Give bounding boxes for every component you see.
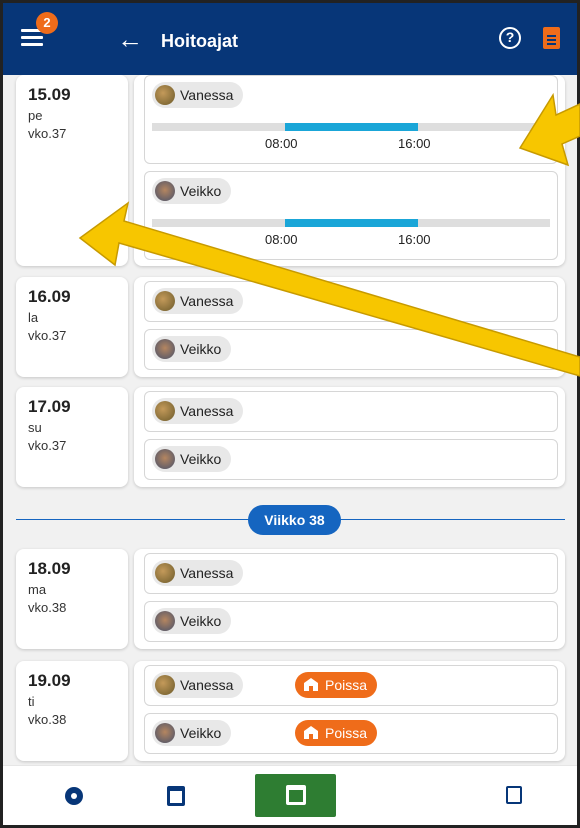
person-name: Vanessa: [180, 293, 234, 309]
absent-label: Poissa: [325, 677, 368, 693]
week-separator: Viikko 38: [248, 505, 341, 535]
person-chip[interactable]: Vanessa: [152, 560, 244, 586]
person-row[interactable]: Vanessa Poissa: [144, 665, 558, 706]
day-date: 19.09: [28, 671, 71, 690]
person-chip[interactable]: Veikko: [152, 178, 232, 204]
bookmark-icon[interactable]: [506, 786, 522, 804]
time-bar-fill: [285, 123, 418, 131]
person-row[interactable]: Vanessa: [144, 281, 558, 322]
schedule-list[interactable]: 15.09 pe vko.37 Vanessa 08:00 16:00 Veik…: [3, 75, 577, 765]
person-name: Vanessa: [180, 87, 234, 103]
day-week: vko.37: [28, 328, 67, 343]
person-chip[interactable]: Vanessa: [152, 672, 244, 698]
day-weekday: ti: [28, 694, 35, 709]
day-persons-card: Vanessa Veikko: [134, 387, 565, 487]
day-date: 16.09: [28, 287, 71, 306]
day-persons-card: Vanessa Veikko: [134, 277, 565, 377]
day-weekday: pe: [28, 108, 43, 123]
person-name: Veikko: [180, 341, 222, 357]
house-icon: [304, 726, 318, 739]
person-row[interactable]: Veikko: [144, 329, 558, 370]
absent-label: Poissa: [325, 725, 368, 741]
calendar-edit-icon: [286, 785, 306, 805]
person-name: Veikko: [180, 183, 222, 199]
day-date-card[interactable]: 15.09 pe vko.37: [16, 75, 128, 266]
person-name: Vanessa: [180, 677, 234, 693]
avatar: [155, 449, 175, 469]
day-week: vko.38: [28, 600, 67, 615]
avatar: [155, 401, 175, 421]
page-title: Hoitoajat: [161, 31, 239, 51]
day-date: 18.09: [28, 559, 71, 578]
time-bar-fill: [285, 219, 418, 227]
person-row[interactable]: Veikko 08:00 16:00: [144, 171, 558, 260]
arrow-left-icon[interactable]: ←: [117, 25, 143, 53]
start-time: 08:00: [265, 232, 298, 247]
person-chip[interactable]: Vanessa: [152, 398, 244, 424]
person-name: Vanessa: [180, 565, 234, 581]
person-name: Veikko: [180, 613, 222, 629]
person-name: Vanessa: [180, 403, 234, 419]
end-time: 16:00: [398, 136, 431, 151]
person-chip[interactable]: Vanessa: [152, 288, 244, 314]
notification-badge: 2: [36, 12, 58, 34]
day-persons-card: Vanessa Poissa Veikko Poissa: [134, 661, 565, 761]
day-weekday: ma: [28, 582, 47, 597]
person-row[interactable]: Veikko Poissa: [144, 713, 558, 754]
person-chip[interactable]: Veikko: [152, 336, 232, 362]
avatar: [155, 563, 175, 583]
day-weekday: la: [28, 310, 39, 325]
avatar: [155, 85, 175, 105]
app-bar: 2 ← Hoitoajat ?: [3, 3, 577, 75]
avatar: [155, 723, 175, 743]
avatar: [155, 611, 175, 631]
day-date: 17.09: [28, 397, 71, 416]
avatar: [155, 675, 175, 695]
house-icon: [304, 678, 318, 691]
end-time: 16:00: [398, 232, 431, 247]
avatar: [155, 291, 175, 311]
day-date: 15.09: [28, 85, 71, 104]
person-row[interactable]: Veikko: [144, 601, 558, 642]
day-persons-card: Vanessa Veikko: [134, 549, 565, 649]
start-time: 08:00: [265, 136, 298, 151]
document-icon[interactable]: [543, 27, 560, 49]
tab-calendar-edit[interactable]: [255, 774, 336, 817]
avatar: [155, 339, 175, 359]
day-date-card[interactable]: 16.09 la vko.37: [16, 277, 128, 377]
day-date-card[interactable]: 17.09 su vko.37: [16, 387, 128, 487]
person-name: Veikko: [180, 451, 222, 467]
day-date-card[interactable]: 18.09 ma vko.38: [16, 549, 128, 649]
day-week: vko.37: [28, 126, 67, 141]
person-chip[interactable]: Veikko: [152, 720, 232, 746]
time-bar: [152, 219, 550, 227]
person-chip[interactable]: Vanessa: [152, 82, 244, 108]
person-row[interactable]: Veikko: [144, 439, 558, 480]
person-name: Veikko: [180, 725, 222, 741]
day-date-card[interactable]: 19.09 ti vko.38: [16, 661, 128, 761]
absent-badge[interactable]: Poissa: [295, 720, 378, 746]
help-circle-icon[interactable]: ?: [499, 27, 521, 49]
person-chip[interactable]: Veikko: [152, 446, 232, 472]
avatar: [155, 181, 175, 201]
person-row[interactable]: Vanessa: [144, 553, 558, 594]
day-persons-card: Vanessa 08:00 16:00 Veikko 08:00 16:00: [134, 75, 565, 266]
person-row[interactable]: Vanessa 08:00 16:00: [144, 75, 558, 164]
day-week: vko.37: [28, 438, 67, 453]
absent-badge[interactable]: Poissa: [295, 672, 378, 698]
day-weekday: su: [28, 420, 42, 435]
time-bar: [152, 123, 550, 131]
person-row[interactable]: Vanessa: [144, 391, 558, 432]
day-week: vko.38: [28, 712, 67, 727]
settings-icon[interactable]: [65, 787, 83, 805]
calendar-icon[interactable]: [167, 786, 185, 806]
bottom-nav: [3, 765, 577, 825]
person-chip[interactable]: Veikko: [152, 608, 232, 634]
